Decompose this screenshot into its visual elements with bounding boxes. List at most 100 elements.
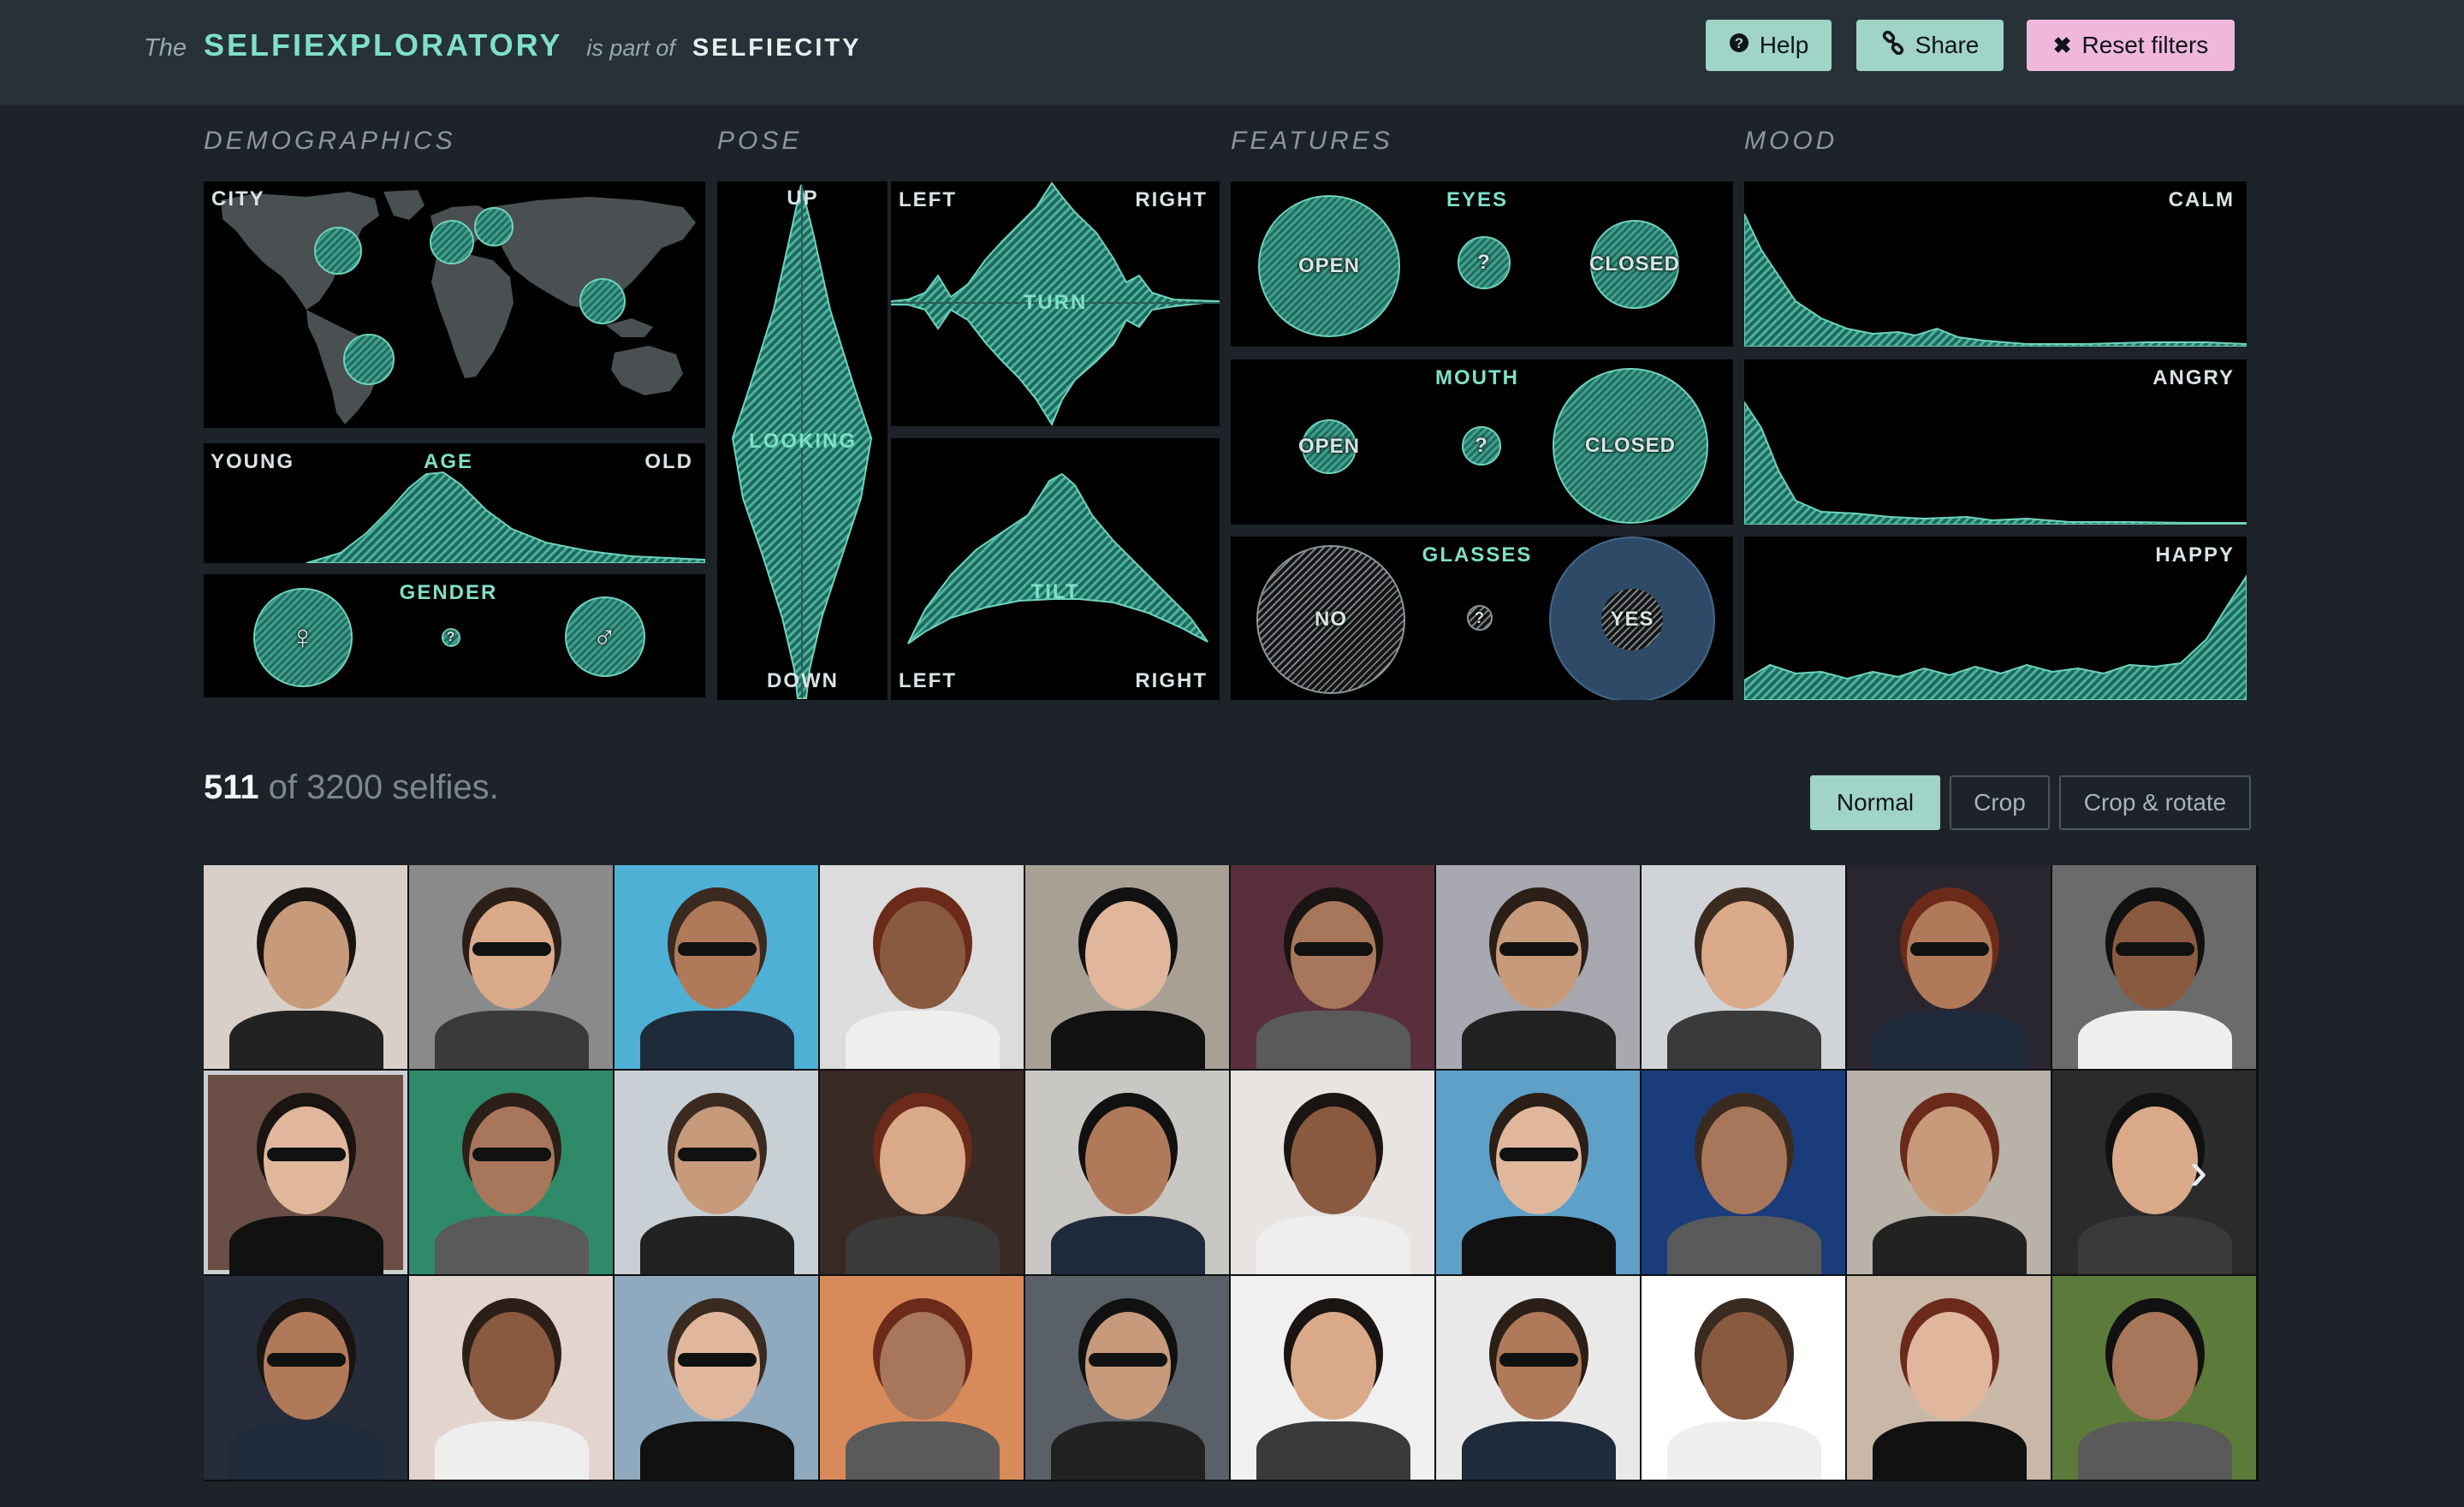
mouth-unknown-label: ? — [1475, 434, 1488, 457]
city-filter-panel[interactable]: CITY — [204, 181, 705, 428]
selfie-thumbnail[interactable] — [1436, 865, 1640, 1069]
selfie-face — [1907, 1107, 1992, 1214]
selfie-sunglasses — [267, 1353, 346, 1367]
selfie-body — [1256, 1216, 1410, 1274]
calm-filter-panel[interactable]: CALM — [1744, 181, 2247, 347]
selfie-thumbnail[interactable] — [204, 1071, 407, 1274]
glasses-filter-panel[interactable]: GLASSES NO ? YES — [1231, 537, 1733, 700]
selfie-thumbnail[interactable] — [1642, 865, 1845, 1069]
selfie-body — [2078, 1421, 2232, 1480]
gender-filter-panel[interactable]: GENDER ♀ ? ♂ — [204, 574, 705, 697]
share-button[interactable]: Share — [1856, 20, 2004, 71]
angry-filter-panel[interactable]: ANGRY — [1744, 359, 2247, 525]
glasses-yes-label: YES — [1610, 608, 1654, 631]
selfie-sunglasses — [472, 942, 551, 956]
selfie-thumbnail[interactable] — [1025, 865, 1229, 1069]
selfie-thumbnail[interactable] — [820, 1071, 1024, 1274]
glasses-no-circle[interactable]: NO — [1256, 545, 1405, 694]
reset-filters-button[interactable]: ✖ Reset filters — [2027, 20, 2235, 71]
help-button[interactable]: ? Help — [1706, 20, 1832, 71]
selfie-thumbnail[interactable] — [1025, 1276, 1229, 1480]
city-sao-paulo-circle[interactable] — [343, 334, 395, 385]
results-count-number: 511 — [204, 768, 259, 806]
selfie-thumbnail[interactable] — [615, 865, 818, 1069]
tilt-label: TILT — [1030, 580, 1080, 603]
share-label: Share — [1915, 32, 1980, 58]
city-new-york-circle[interactable] — [314, 227, 362, 275]
turn-label: TURN — [1023, 291, 1088, 314]
angry-label: ANGRY — [2152, 366, 2235, 389]
selfie-body — [1051, 1216, 1205, 1274]
gender-male-circle[interactable]: ♂ — [565, 596, 645, 677]
selfie-thumbnail[interactable] — [1642, 1071, 1845, 1274]
selfie-thumbnail[interactable] — [1231, 1071, 1434, 1274]
selfie-body — [640, 1216, 794, 1274]
selfie-thumbnail[interactable]: › — [2052, 1071, 2256, 1274]
mouth-filter-panel[interactable]: MOUTH OPEN ? CLOSED — [1231, 359, 1733, 525]
selfie-body — [435, 1011, 589, 1069]
mouth-open-circle[interactable]: OPEN — [1298, 419, 1359, 474]
chevron-right-icon[interactable]: › — [2189, 1139, 2207, 1202]
app-name[interactable]: SELFIEXPLORATORY — [204, 27, 562, 63]
parent-site-link[interactable]: SELFIECITY — [692, 34, 862, 62]
section-pose: POSE — [717, 127, 803, 155]
mouth-unknown-circle[interactable]: ? — [1462, 426, 1501, 466]
city-bangkok-circle[interactable] — [579, 278, 626, 324]
help-label: Help — [1759, 32, 1809, 58]
selfie-thumbnail[interactable] — [409, 865, 613, 1069]
selfie-face — [264, 901, 349, 1009]
selfie-thumbnail[interactable] — [615, 1071, 818, 1274]
eyes-filter-panel[interactable]: EYES OPEN ? CLOSED — [1231, 181, 1733, 347]
glasses-unknown-circle[interactable]: ? — [1467, 605, 1493, 631]
selfie-thumbnail[interactable] — [1231, 865, 1434, 1069]
age-filter-panel[interactable]: YOUNG AGE OLD — [204, 443, 705, 563]
glasses-unknown-label: ? — [1475, 608, 1485, 626]
tilt-right-label: RIGHT — [1135, 669, 1208, 692]
eyes-unknown-circle[interactable]: ? — [1458, 236, 1511, 289]
selfie-thumbnail[interactable] — [1436, 1071, 1640, 1274]
selfie-thumbnail[interactable] — [1847, 865, 2051, 1069]
tilt-left-label: LEFT — [899, 669, 957, 692]
selfie-thumbnail[interactable] — [1025, 1071, 1229, 1274]
selfie-thumbnail[interactable] — [615, 1276, 818, 1480]
selfie-thumbnail[interactable] — [820, 1276, 1024, 1480]
male-icon: ♂ — [592, 618, 618, 655]
gender-female-circle[interactable]: ♀ — [253, 588, 353, 687]
eyes-open-circle[interactable]: OPEN — [1258, 195, 1400, 337]
selfie-thumbnail[interactable] — [820, 865, 1024, 1069]
looking-filter-panel[interactable]: UP LOOKING DOWN — [717, 181, 888, 700]
selfie-sunglasses — [678, 1148, 757, 1161]
view-normal-button[interactable]: Normal — [1810, 775, 1940, 830]
city-london-circle[interactable] — [430, 220, 474, 264]
selfie-thumbnail[interactable] — [1847, 1276, 2051, 1480]
mouth-closed-circle[interactable]: CLOSED — [1553, 368, 1708, 524]
selfie-sunglasses — [1499, 942, 1578, 956]
selfie-thumbnail[interactable] — [1847, 1071, 2051, 1274]
gender-unknown-circle[interactable]: ? — [442, 628, 460, 647]
selfie-sunglasses — [1089, 1353, 1167, 1367]
happy-filter-panel[interactable]: HAPPY — [1744, 537, 2247, 700]
selfie-thumbnail[interactable] — [1436, 1276, 1640, 1480]
selfie-thumbnail[interactable] — [204, 865, 407, 1069]
top-bar: The SELFIEXPLORATORY is part of SELFIECI… — [0, 0, 2464, 105]
view-crop-rotate-button[interactable]: Crop & rotate — [2059, 775, 2251, 830]
selfie-thumbnail[interactable] — [1642, 1276, 1845, 1480]
selfie-body — [846, 1421, 1000, 1480]
selfie-thumbnail[interactable] — [2052, 865, 2256, 1069]
view-crop-button[interactable]: Crop — [1950, 775, 2050, 830]
city-berlin-circle[interactable] — [474, 207, 514, 246]
turn-filter-panel[interactable]: LEFT TURN RIGHT — [891, 181, 1220, 426]
glasses-yes-circle[interactable]: YES — [1549, 537, 1715, 700]
tilt-filter-panel[interactable]: TILT LEFT RIGHT — [891, 438, 1220, 700]
selfie-body — [2078, 1011, 2232, 1069]
eyes-unknown-label: ? — [1477, 251, 1491, 274]
selfie-thumbnail[interactable] — [1231, 1276, 1434, 1480]
eyes-closed-circle[interactable]: CLOSED — [1589, 220, 1679, 309]
selfie-thumbnail[interactable] — [2052, 1276, 2256, 1480]
selfie-thumbnail[interactable] — [409, 1276, 613, 1480]
selfie-thumbnail[interactable] — [204, 1276, 407, 1480]
selfie-thumbnail[interactable] — [409, 1071, 613, 1274]
mouth-open-label: OPEN — [1298, 435, 1361, 458]
selfie-face — [2112, 1107, 2198, 1214]
link-icon — [1881, 30, 1905, 61]
